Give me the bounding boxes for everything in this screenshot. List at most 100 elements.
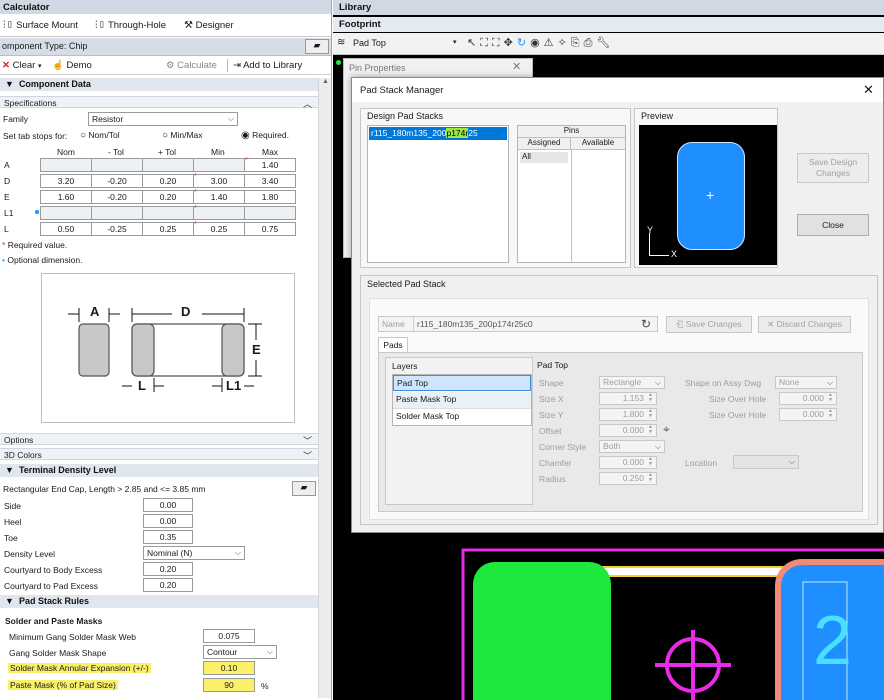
rotate-icon[interactable]: ↻: [517, 37, 530, 49]
grid-cell[interactable]: [142, 206, 194, 220]
size-over-hole-y-spinner[interactable]: 0.000 ▲ ▼: [779, 408, 837, 421]
name-field[interactable]: Name r115_180m135_200p174r25c0 ↻: [378, 316, 658, 332]
tab-designer[interactable]: ⚒ Designer: [184, 20, 234, 31]
refresh-icon[interactable]: ↻: [641, 317, 651, 331]
dialog-close-icon[interactable]: ✕: [863, 82, 874, 98]
toe-input[interactable]: 0.35: [143, 530, 193, 544]
tab-through-hole[interactable]: ⫶▯ Through-Hole: [95, 20, 166, 31]
grid-cell[interactable]: 1.40: [193, 190, 245, 204]
calculate-button[interactable]: ⚙ Calculate: [166, 60, 217, 71]
wizard-icon[interactable]: ✧: [558, 37, 571, 49]
size-over-hole-x-spinner[interactable]: 0.000 ▲ ▼: [779, 392, 837, 405]
grid-cell[interactable]: [193, 206, 245, 220]
grid-cell[interactable]: 0.75: [244, 222, 296, 236]
tab-pads[interactable]: Pads: [378, 337, 408, 352]
grid-cell[interactable]: 0.25: [193, 222, 245, 236]
demo-button[interactable]: ☝ Demo: [52, 60, 92, 71]
spinner-arrows-icon[interactable]: ▲ ▼: [646, 425, 655, 436]
pad-1[interactable]: [473, 562, 611, 700]
density-level-select[interactable]: Nominal (N) ⌵: [143, 546, 245, 560]
save-changes-button[interactable]: ⎗ Save Changes: [666, 316, 752, 333]
save-design-changes-button[interactable]: Save Design Changes: [797, 153, 869, 183]
layer-solder-mask-top[interactable]: Solder Mask Top: [393, 408, 531, 424]
grid-cell[interactable]: 1.80: [244, 190, 296, 204]
annular-expansion-input[interactable]: 0.10: [203, 661, 255, 675]
offset-crosshair-icon[interactable]: ⌖: [663, 422, 670, 437]
shape-select[interactable]: Rectangle ⌵: [599, 376, 665, 389]
grid-cell[interactable]: 3.40: [244, 174, 296, 188]
3d-colors-header[interactable]: 3D Colors ﹀: [0, 448, 318, 461]
radio-required[interactable]: ◉ Required.: [241, 130, 289, 141]
pad-stack-list-item[interactable]: r115_180m135_200p174r25: [369, 127, 507, 140]
grid-cell[interactable]: [40, 158, 92, 172]
radio-nom-tol[interactable]: ○ Nom/Tol: [80, 130, 120, 141]
pad-stack-list[interactable]: r115_180m135_200p174r25: [367, 125, 509, 263]
pad-stack-icon[interactable]: ◉: [530, 37, 544, 49]
radio-min-max[interactable]: ○ Min/Max: [162, 130, 203, 141]
grid-cell[interactable]: 0.20: [142, 174, 194, 188]
min-gang-input[interactable]: 0.075: [203, 629, 255, 643]
courtyard-body-input[interactable]: 0.20: [143, 562, 193, 576]
gang-shape-select[interactable]: Contour ⌵: [203, 645, 277, 659]
grid-cell[interactable]: -0.20: [91, 174, 143, 188]
spinner-arrows-icon[interactable]: ▲ ▼: [826, 409, 835, 420]
spinner-arrows-icon[interactable]: ▲ ▼: [646, 393, 655, 404]
measure-icon[interactable]: ⚠: [544, 37, 558, 49]
pin-properties-close-icon[interactable]: ✕: [512, 60, 521, 73]
chip-type-icon[interactable]: ▰: [305, 39, 329, 54]
grid-cell[interactable]: [91, 206, 143, 220]
dialog-close-button[interactable]: Close: [797, 214, 869, 236]
grid-cell[interactable]: 0.50: [40, 222, 92, 236]
tab-surface-mount[interactable]: ⫶▯ Surface Mount: [3, 20, 78, 31]
discard-changes-button[interactable]: ✕ Discard Changes: [758, 316, 851, 333]
grid-cell[interactable]: 0.25: [142, 222, 194, 236]
scroll-up-icon[interactable]: ▲: [319, 78, 331, 85]
grid-cell[interactable]: 1.60: [40, 190, 92, 204]
grid-cell[interactable]: [142, 158, 194, 172]
assy-shape-select[interactable]: None ⌵: [775, 376, 837, 389]
select-arrow-icon[interactable]: ↖: [467, 37, 480, 49]
grid-cell[interactable]: 3.20: [40, 174, 92, 188]
grid-cell[interactable]: [40, 206, 92, 220]
spinner-arrows-icon[interactable]: ▲ ▼: [826, 393, 835, 404]
grid-cell[interactable]: [91, 158, 143, 172]
export-icon[interactable]: ⎘: [571, 37, 584, 49]
left-scrollbar[interactable]: ▲: [318, 78, 331, 698]
paste-mask-input[interactable]: 90: [203, 678, 255, 692]
pad-stack-rules-header[interactable]: ▼ Pad Stack Rules: [0, 595, 318, 608]
move-icon[interactable]: ✥: [504, 37, 517, 49]
specifications-header[interactable]: Specifications ︿: [0, 96, 318, 109]
chamfer-spinner[interactable]: 0.000 ▲ ▼: [599, 456, 657, 469]
grid-cell[interactable]: [244, 206, 296, 220]
layer-select[interactable]: Pad Top ▾: [353, 38, 463, 48]
radius-spinner[interactable]: 0.250 ▲ ▼: [599, 472, 657, 485]
options-header[interactable]: Options ﹀: [0, 433, 318, 446]
clear-button[interactable]: ✕ Clear ▾: [2, 60, 41, 71]
family-select[interactable]: Resistor ⌵: [88, 112, 238, 126]
assigned-item-all[interactable]: All: [520, 152, 568, 163]
corner-style-select[interactable]: Both ⌵: [599, 440, 665, 453]
select-region-icon[interactable]: ⛶: [480, 37, 492, 49]
print-icon[interactable]: ⎙: [584, 37, 597, 49]
spinner-arrows-icon[interactable]: ▲ ▼: [646, 457, 655, 468]
grid-cell[interactable]: -0.20: [91, 190, 143, 204]
grid-cell[interactable]: 0.20: [142, 190, 194, 204]
layers-list[interactable]: Pad Top Paste Mask Top Solder Mask Top: [392, 374, 532, 426]
offset-spinner[interactable]: 0.000 ▲ ▼: [599, 424, 657, 437]
layer-paste-mask-top[interactable]: Paste Mask Top: [393, 392, 531, 408]
location-select[interactable]: ⌵: [733, 455, 799, 469]
sizex-spinner[interactable]: 1.153 ▲ ▼: [599, 392, 657, 405]
grid-cell[interactable]: 3.00: [193, 174, 245, 188]
spinner-arrows-icon[interactable]: ▲ ▼: [646, 473, 655, 484]
terminal-picture-icon[interactable]: ▰: [292, 481, 316, 496]
grid-cell[interactable]: 1.40: [244, 158, 296, 172]
terminal-density-header[interactable]: ▼ Terminal Density Level: [0, 464, 318, 477]
settings-wrench-icon[interactable]: 🔧︎: [596, 37, 614, 49]
spinner-arrows-icon[interactable]: ▲ ▼: [646, 409, 655, 420]
courtyard-pad-input[interactable]: 0.20: [143, 578, 193, 592]
side-input[interactable]: 0.00: [143, 498, 193, 512]
grid-cell[interactable]: [193, 158, 245, 172]
sizey-spinner[interactable]: 1.800 ▲ ▼: [599, 408, 657, 421]
heel-input[interactable]: 0.00: [143, 514, 193, 528]
component-data-header[interactable]: ▼ Component Data: [0, 78, 318, 91]
